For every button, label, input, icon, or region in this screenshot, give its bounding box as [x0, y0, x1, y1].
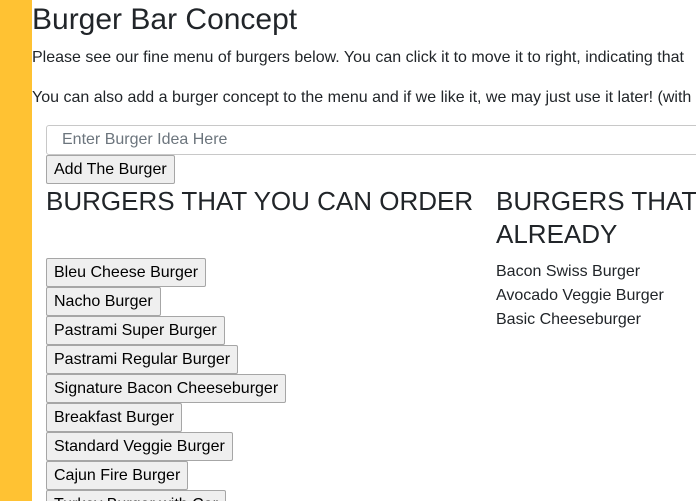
- devoured-section-title: BURGERS THAT ALREADY: [496, 186, 696, 249]
- main-content: Burger Bar Concept Please see our fine m…: [32, 0, 696, 501]
- list-item: Standard Veggie Burger: [46, 432, 286, 461]
- add-burger-form: Add The Burger: [46, 125, 696, 184]
- burger-button[interactable]: Breakfast Burger: [46, 403, 183, 432]
- list-item: Avocado Veggie Burger: [496, 287, 664, 304]
- list-item: Bleu Cheese Burger: [46, 258, 286, 287]
- burger-button[interactable]: Pastrami Regular Burger: [46, 345, 239, 374]
- burger-button[interactable]: Pastrami Super Burger: [46, 316, 225, 345]
- list-item: Signature Bacon Cheeseburger: [46, 374, 287, 403]
- burger-button[interactable]: Signature Bacon Cheeseburger: [46, 374, 287, 403]
- burger-button[interactable]: Bleu Cheese Burger: [46, 258, 207, 287]
- list-item: Nacho Burger: [46, 287, 286, 316]
- list-item: Turkey Burger with Cor: [46, 490, 286, 501]
- list-item: Pastrami Regular Burger: [46, 345, 286, 374]
- burger-button[interactable]: Nacho Burger: [46, 287, 161, 316]
- intro-text-1: Please see our fine menu of burgers belo…: [32, 49, 684, 66]
- devoured-burger-list: Bacon Swiss Burger Avocado Veggie Burger…: [496, 260, 664, 332]
- burger-idea-input[interactable]: [46, 125, 696, 155]
- add-burger-button[interactable]: Add The Burger: [46, 155, 175, 184]
- list-item: Pastrami Super Burger: [46, 316, 286, 345]
- list-item: Cajun Fire Burger: [46, 461, 286, 490]
- list-item: Breakfast Burger: [46, 403, 286, 432]
- list-item: Basic Cheeseburger: [496, 311, 641, 328]
- left-accent-bar: [0, 0, 32, 501]
- order-section-title: BURGERS THAT YOU CAN ORDER: [46, 186, 474, 216]
- burger-button[interactable]: Cajun Fire Burger: [46, 461, 189, 490]
- page-title: Burger Bar Concept: [32, 3, 298, 36]
- orderable-burger-list: Bleu Cheese Burger Nacho Burger Pastrami…: [46, 258, 287, 501]
- burger-button[interactable]: Turkey Burger with Cor: [46, 490, 226, 501]
- list-item: Bacon Swiss Burger: [496, 263, 641, 280]
- intro-text-2: You can also add a burger concept to the…: [32, 89, 692, 106]
- burger-button[interactable]: Standard Veggie Burger: [46, 432, 233, 461]
